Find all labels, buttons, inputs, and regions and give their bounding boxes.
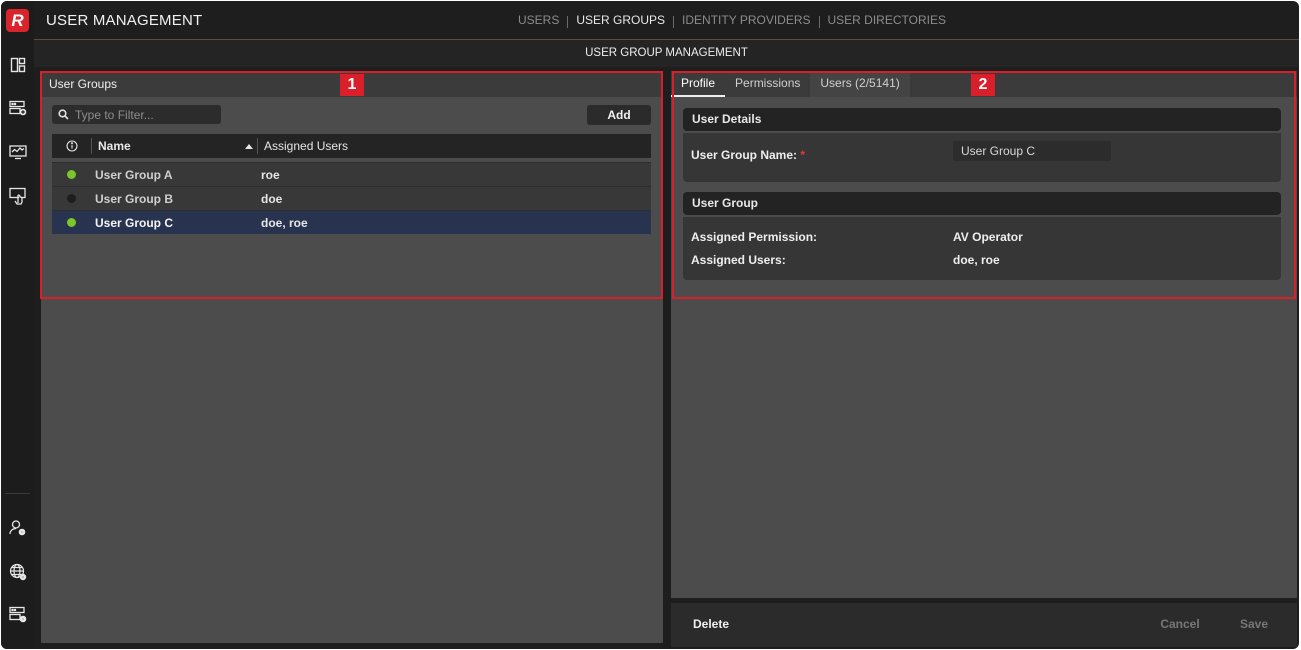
- touch-panel-icon[interactable]: [8, 186, 28, 206]
- nav-user-groups[interactable]: USER GROUPS: [568, 13, 673, 43]
- annotation-marker-2: 2: [971, 74, 995, 96]
- nav-user-directories[interactable]: USER DIRECTORIES: [820, 13, 954, 31]
- dashboard-icon[interactable]: [8, 55, 28, 75]
- annotation-box-1: [40, 71, 663, 299]
- annotation-box-2: [672, 71, 1296, 299]
- top-nav: USERS USER GROUPS IDENTITY PROVIDERS USE…: [510, 13, 954, 43]
- globe-settings-icon[interactable]: [8, 562, 28, 582]
- user-settings-icon[interactable]: [8, 518, 28, 538]
- server-settings-icon[interactable]: [8, 605, 28, 625]
- delete-button[interactable]: Delete: [679, 613, 743, 635]
- monitor-icon[interactable]: [8, 142, 28, 162]
- app-title: USER MANAGEMENT: [46, 12, 203, 29]
- save-button[interactable]: Save: [1222, 613, 1286, 635]
- page-title: USER GROUP MANAGEMENT: [34, 40, 1299, 67]
- app-window: R USER MANAGEMENT USERS USER GROUPS IDEN…: [1, 1, 1299, 649]
- app-logo: R: [6, 9, 29, 32]
- server-add-icon[interactable]: [8, 98, 28, 118]
- action-footer: Delete Cancel Save: [671, 603, 1297, 647]
- icon-rail: R: [1, 1, 34, 649]
- cancel-button[interactable]: Cancel: [1147, 613, 1213, 635]
- nav-users[interactable]: USERS: [510, 13, 567, 31]
- nav-identity-providers[interactable]: IDENTITY PROVIDERS: [674, 13, 818, 31]
- rail-divider: [5, 493, 30, 494]
- annotation-marker-1: 1: [340, 74, 364, 96]
